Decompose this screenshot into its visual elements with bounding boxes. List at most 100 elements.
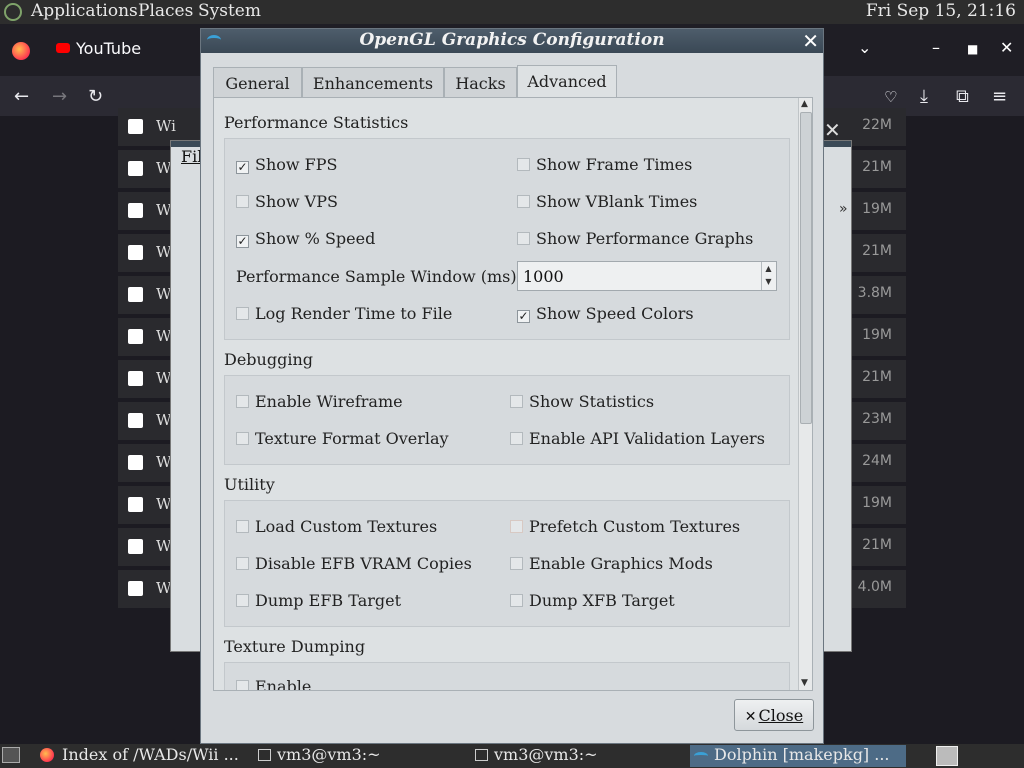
checkbox-checked[interactable]: ✓ — [236, 235, 249, 248]
toolbar-overflow-icon[interactable]: » — [839, 201, 848, 217]
downloads-icon[interactable]: ⤓ — [920, 86, 928, 107]
checkbox-checked[interactable]: ✓ — [517, 310, 530, 323]
advanced-tab-content: Performance Statistics ✓ Show FPS Show Fr… — [214, 98, 798, 690]
dialog-close-icon[interactable]: ✕ — [802, 29, 819, 53]
tab-general[interactable]: General — [213, 67, 302, 99]
checkbox[interactable] — [510, 594, 523, 607]
firefox-close-icon[interactable]: ✕ — [1000, 38, 1013, 57]
spin-buttons[interactable]: ▲ ▼ — [761, 262, 775, 290]
graphics-config-dialog: OpenGL Graphics Configuration ✕ General … — [200, 28, 824, 744]
option-show-frame-times[interactable]: Show Frame Times — [517, 155, 692, 174]
pocket-icon[interactable]: ♡ — [884, 88, 897, 106]
checkbox[interactable] — [510, 557, 523, 570]
option-show-vblank-times[interactable]: Show VBlank Times — [517, 192, 697, 211]
option-enable-wireframe[interactable]: Enable Wireframe — [236, 392, 403, 411]
extensions-icon[interactable]: ⧉ — [956, 86, 969, 107]
option-show-statistics[interactable]: Show Statistics — [510, 392, 654, 411]
checkbox[interactable] — [236, 594, 249, 607]
task-label: Index of /WADs/Wii ... — [62, 745, 239, 764]
menu-places[interactable]: Places — [138, 1, 193, 21]
workspace-switcher[interactable] — [936, 746, 958, 766]
row-checkbox[interactable] — [128, 119, 143, 134]
firefox-launcher-icon[interactable] — [40, 748, 54, 762]
row-checkbox[interactable] — [128, 455, 143, 470]
row-checkbox[interactable] — [128, 245, 143, 260]
row-checkbox[interactable] — [128, 329, 143, 344]
option-show-speed[interactable]: ✓ Show % Speed — [236, 229, 375, 248]
row-checkbox[interactable] — [128, 539, 143, 554]
checkbox[interactable] — [236, 520, 249, 533]
hamburger-menu-icon[interactable]: ≡ — [992, 86, 1007, 107]
option-api-validation-layers[interactable]: Enable API Validation Layers — [510, 429, 765, 448]
checkbox[interactable] — [510, 520, 523, 533]
checkbox[interactable] — [510, 395, 523, 408]
close-icon: ✕ — [744, 708, 757, 725]
maximize-icon[interactable]: ■ — [967, 42, 978, 56]
checkbox[interactable] — [236, 307, 249, 320]
checkbox[interactable] — [517, 195, 530, 208]
option-show-fps[interactable]: ✓ Show FPS — [236, 155, 338, 174]
checkbox[interactable] — [510, 432, 523, 445]
checkbox[interactable] — [517, 232, 530, 245]
advanced-tab-panel: Performance Statistics ✓ Show FPS Show Fr… — [213, 97, 813, 691]
checkbox[interactable] — [236, 680, 249, 690]
tab-hacks[interactable]: Hacks — [444, 67, 517, 99]
task-terminal-1[interactable]: vm3@vm3:~ — [258, 745, 381, 767]
row-checkbox[interactable] — [128, 287, 143, 302]
checkbox[interactable] — [236, 395, 249, 408]
checkbox[interactable] — [236, 557, 249, 570]
option-disable-efb-vram-copies[interactable]: Disable EFB VRAM Copies — [236, 554, 472, 573]
reload-icon[interactable]: ↻ — [88, 86, 103, 107]
scroll-up-icon[interactable]: ▲ — [801, 99, 808, 109]
option-show-performance-graphs[interactable]: Show Performance Graphs — [517, 229, 753, 248]
tab-advanced[interactable]: Advanced — [517, 65, 617, 100]
checkbox[interactable] — [236, 195, 249, 208]
scroll-down-icon[interactable]: ▼ — [801, 678, 808, 688]
row-checkbox[interactable] — [128, 161, 143, 176]
tab-youtube[interactable]: YouTube — [44, 24, 204, 76]
option-enable-graphics-mods[interactable]: Enable Graphics Mods — [510, 554, 713, 573]
tab-enhancements[interactable]: Enhancements — [302, 67, 444, 99]
menu-applications[interactable]: Applications — [31, 1, 138, 21]
close-button[interactable]: ✕ Close — [734, 699, 814, 731]
scrollbar-thumb[interactable] — [800, 112, 812, 424]
clock[interactable]: Fri Sep 15, 21:16 — [866, 1, 1016, 21]
option-load-custom-textures[interactable]: Load Custom Textures — [236, 517, 437, 536]
task-dolphin[interactable]: Dolphin [makepkg] ... — [690, 745, 906, 767]
option-dump-xfb-target[interactable]: Dump XFB Target — [510, 591, 675, 610]
sample-window-input[interactable] — [517, 261, 777, 291]
option-texture-format-overlay[interactable]: Texture Format Overlay — [236, 429, 449, 448]
option-show-speed-colors[interactable]: ✓ Show Speed Colors — [517, 304, 694, 323]
task-label: vm3@vm3:~ — [494, 745, 598, 764]
label-show-frame-times: Show Frame Times — [536, 155, 693, 174]
row-checkbox[interactable] — [128, 413, 143, 428]
row-checkbox[interactable] — [128, 497, 143, 512]
gnome-foot-icon[interactable] — [4, 3, 22, 21]
option-show-vps[interactable]: Show VPS — [236, 192, 338, 211]
vertical-scrollbar[interactable]: ▲ ▼ — [798, 98, 812, 690]
label-show-fps: Show FPS — [255, 155, 338, 174]
back-icon[interactable]: ← — [14, 86, 29, 107]
minimize-icon[interactable]: – — [932, 38, 940, 57]
checkbox-checked[interactable]: ✓ — [236, 161, 249, 174]
checkbox[interactable] — [236, 432, 249, 445]
tab-list-icon[interactable]: ⌄ — [858, 38, 871, 57]
show-desktop-icon[interactable] — [2, 747, 20, 763]
top-panel: Applications Places System Fri Sep 15, 2… — [0, 0, 1024, 24]
task-label: Dolphin [makepkg] ... — [714, 745, 890, 764]
option-texture-dump-enable[interactable]: Enable — [236, 677, 311, 690]
label-show-vps: Show VPS — [255, 192, 338, 211]
option-dump-efb-target[interactable]: Dump EFB Target — [236, 591, 401, 610]
forward-icon[interactable]: → — [52, 86, 67, 107]
menu-system[interactable]: System — [198, 1, 261, 21]
option-log-render-time[interactable]: Log Render Time to File — [236, 304, 452, 323]
task-firefox-index[interactable]: Index of /WADs/Wii ... — [62, 745, 239, 767]
task-terminal-2[interactable]: vm3@vm3:~ — [475, 745, 598, 767]
row-checkbox[interactable] — [128, 371, 143, 386]
option-prefetch-custom-textures[interactable]: Prefetch Custom Textures — [510, 517, 740, 536]
row-checkbox[interactable] — [128, 203, 143, 218]
row-checkbox[interactable] — [128, 581, 143, 596]
dialog-titlebar[interactable]: OpenGL Graphics Configuration ✕ — [201, 29, 823, 53]
dolphin-main-close-icon[interactable]: ✕ — [824, 118, 841, 142]
checkbox[interactable] — [517, 158, 530, 171]
